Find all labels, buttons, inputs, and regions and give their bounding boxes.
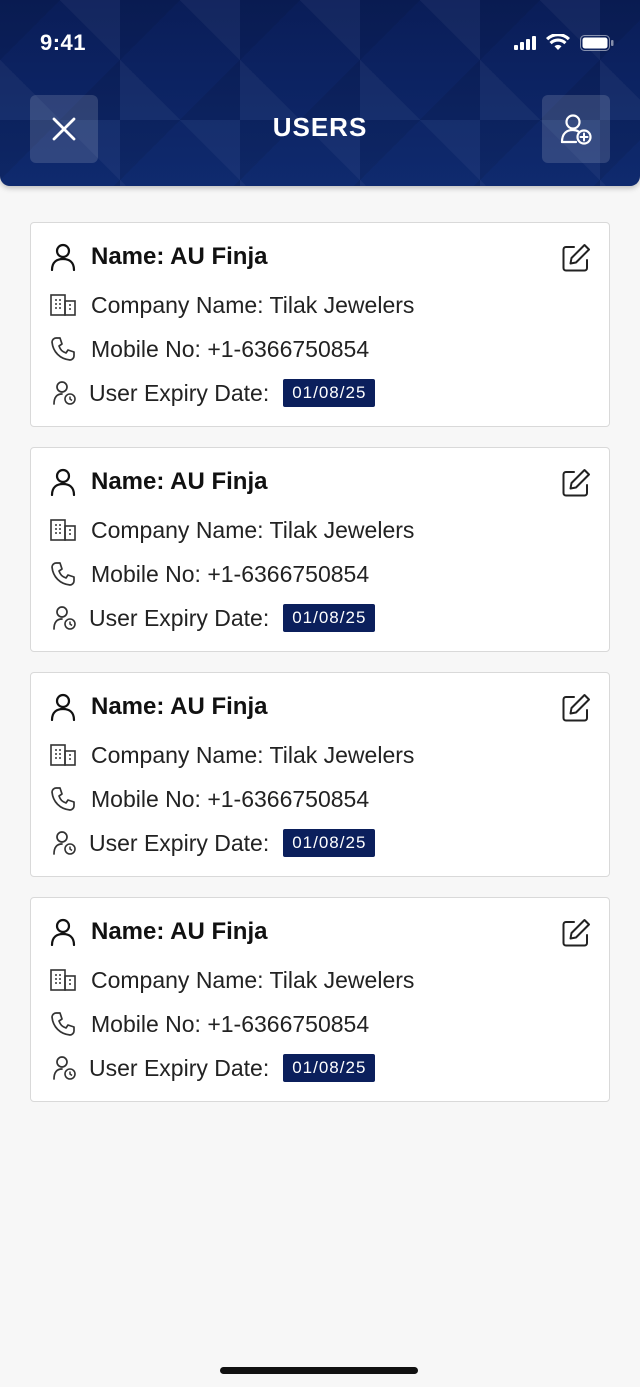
mobile-number: Mobile No: +1-6366750854 <box>91 1010 370 1037</box>
company-row: Company Name: Tilak Jewelers <box>49 516 414 544</box>
edit-icon <box>562 244 590 272</box>
expiry-date-badge: 01/08/25 <box>283 604 376 632</box>
expiry-row: User Expiry Date: 01/08/25 <box>51 829 376 857</box>
status-time: 9:41 <box>40 30 87 55</box>
expiry-date-badge: 01/08/25 <box>283 829 376 857</box>
mobile-number: Mobile No: +1-6366750854 <box>91 785 370 812</box>
edit-icon <box>562 469 590 497</box>
person-icon <box>49 468 77 496</box>
person-icon <box>49 243 77 271</box>
company-row: Company Name: Tilak Jewelers <box>49 741 414 769</box>
add-user-icon <box>560 114 592 145</box>
user-clock-icon <box>51 379 79 407</box>
user-card[interactable]: Name: AU Finja Company Name: Tilak Jewel… <box>30 672 610 877</box>
building-icon <box>49 741 77 769</box>
edit-button[interactable] <box>559 466 593 500</box>
person-icon <box>49 693 77 721</box>
edit-icon <box>562 694 590 722</box>
phone-icon <box>49 1010 77 1038</box>
user-clock-icon <box>51 829 79 857</box>
mobile-row: Mobile No: +1-6366750854 <box>49 785 369 813</box>
user-name-row: Name: AU Finja <box>49 693 267 721</box>
company-name: Company Name: Tilak Jewelers <box>91 741 415 768</box>
user-name-row: Name: AU Finja <box>49 243 267 271</box>
edit-button[interactable] <box>559 241 593 275</box>
add-user-button[interactable] <box>542 95 610 163</box>
phone-icon <box>49 785 77 813</box>
mobile-row: Mobile No: +1-6366750854 <box>49 560 369 588</box>
edit-icon <box>562 919 590 947</box>
building-icon <box>49 516 77 544</box>
user-clock-icon <box>51 604 79 632</box>
building-icon <box>49 291 77 319</box>
edit-button[interactable] <box>559 691 593 725</box>
expiry-label: User Expiry Date: <box>89 604 270 631</box>
expiry-label: User Expiry Date: <box>89 379 270 406</box>
user-name-row: Name: AU Finja <box>49 468 267 496</box>
phone-icon <box>49 335 77 363</box>
company-row: Company Name: Tilak Jewelers <box>49 291 414 319</box>
mobile-row: Mobile No: +1-6366750854 <box>49 335 369 363</box>
mobile-row: Mobile No: +1-6366750854 <box>49 1010 369 1038</box>
person-icon <box>49 918 77 946</box>
user-name: Name: AU Finja <box>91 468 268 495</box>
company-name: Company Name: Tilak Jewelers <box>91 291 415 318</box>
user-clock-icon <box>51 1054 79 1082</box>
phone-icon <box>49 560 77 588</box>
expiry-label: User Expiry Date: <box>89 1054 270 1081</box>
expiry-row: User Expiry Date: 01/08/25 <box>51 1054 376 1082</box>
company-name: Company Name: Tilak Jewelers <box>91 966 415 993</box>
header-bar: 9:41 USERS <box>0 0 640 186</box>
company-name: Company Name: Tilak Jewelers <box>91 516 415 543</box>
wifi-icon <box>546 34 570 50</box>
user-card[interactable]: Name: AU Finja Company Name: Tilak Jewel… <box>30 897 610 1102</box>
expiry-label: User Expiry Date: <box>89 829 270 856</box>
edit-button[interactable] <box>559 916 593 950</box>
user-name-row: Name: AU Finja <box>49 918 267 946</box>
user-name: Name: AU Finja <box>91 918 268 945</box>
user-name: Name: AU Finja <box>91 693 268 720</box>
company-row: Company Name: Tilak Jewelers <box>49 966 414 994</box>
user-card[interactable]: Name: AU Finja Company Name: Tilak Jewel… <box>30 447 610 652</box>
status-icons <box>514 34 614 51</box>
cellular-signal-icon <box>514 35 536 50</box>
user-list: Name: AU Finja Company Name: Tilak Jewel… <box>30 222 610 1122</box>
battery-icon <box>580 34 614 51</box>
expiry-date-badge: 01/08/25 <box>283 1054 376 1082</box>
user-card[interactable]: Name: AU Finja Company Name: Tilak Jewel… <box>30 222 610 427</box>
expiry-row: User Expiry Date: 01/08/25 <box>51 604 376 632</box>
home-indicator[interactable] <box>220 1367 418 1374</box>
user-name: Name: AU Finja <box>91 243 268 270</box>
expiry-date-badge: 01/08/25 <box>283 379 376 407</box>
building-icon <box>49 966 77 994</box>
mobile-number: Mobile No: +1-6366750854 <box>91 335 370 362</box>
status-bar: 9:41 <box>0 0 640 90</box>
mobile-number: Mobile No: +1-6366750854 <box>91 560 370 587</box>
expiry-row: User Expiry Date: 01/08/25 <box>51 379 376 407</box>
